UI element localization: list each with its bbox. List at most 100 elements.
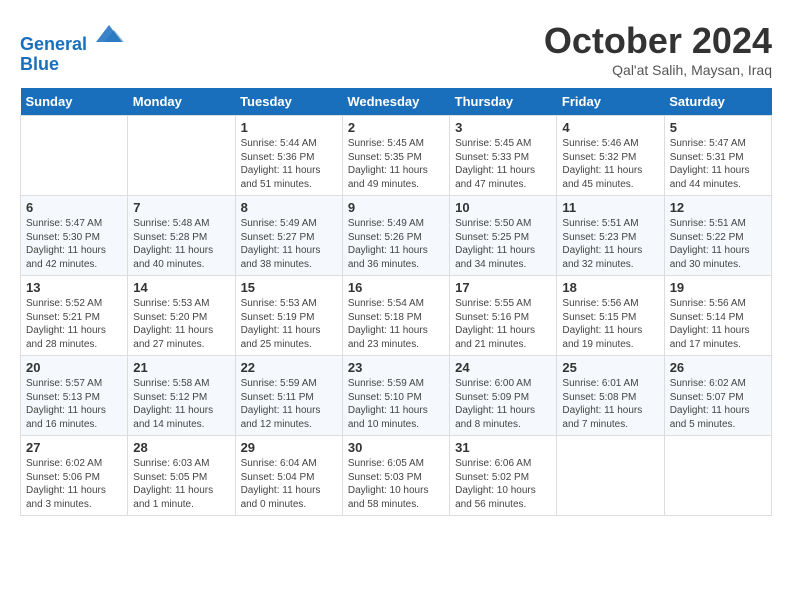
day-number: 14 [133,280,229,295]
calendar-cell: 28 Sunrise: 6:03 AM Sunset: 5:05 PM Dayli… [128,436,235,516]
calendar-cell: 25 Sunrise: 6:01 AM Sunset: 5:08 PM Dayli… [557,356,664,436]
day-info: Sunrise: 6:05 AM Sunset: 5:03 PM Dayligh… [348,457,444,511]
day-number: 4 [562,120,658,135]
day-info: Sunrise: 5:44 AM Sunset: 5:36 PM Dayligh… [241,137,337,191]
calendar-week-row: 13 Sunrise: 5:52 AM Sunset: 5:21 PM Dayli… [21,276,772,356]
calendar-cell [664,436,771,516]
calendar-cell: 20 Sunrise: 5:57 AM Sunset: 5:13 PM Dayli… [21,356,128,436]
day-info: Sunrise: 5:46 AM Sunset: 5:32 PM Dayligh… [562,137,658,191]
calendar-cell: 26 Sunrise: 6:02 AM Sunset: 5:07 PM Dayli… [664,356,771,436]
day-number: 3 [455,120,551,135]
day-number: 5 [670,120,766,135]
calendar-cell: 13 Sunrise: 5:52 AM Sunset: 5:21 PM Dayli… [21,276,128,356]
calendar-cell: 22Sunrise: 5:59 AM Sunset: 5:11 PM Dayli… [235,356,342,436]
weekday-header: Sunday [21,88,128,116]
title-area: October 2024 Qal'at Salih, Maysan, Iraq [544,20,772,78]
day-number: 9 [348,200,444,215]
calendar-cell [21,116,128,196]
calendar-cell: 17 Sunrise: 5:55 AM Sunset: 5:16 PM Dayli… [450,276,557,356]
day-number: 13 [26,280,122,295]
calendar-cell: 1 Sunrise: 5:44 AM Sunset: 5:36 PM Daylig… [235,116,342,196]
calendar-cell: 14 Sunrise: 5:53 AM Sunset: 5:20 PM Dayli… [128,276,235,356]
day-number: 11 [562,200,658,215]
day-info: Sunrise: 5:59 AM Sunset: 5:10 PM Dayligh… [348,377,444,431]
calendar-cell [557,436,664,516]
day-number: 2 [348,120,444,135]
day-info: Sunrise: 6:06 AM Sunset: 5:02 PM Dayligh… [455,457,551,511]
day-info: Sunrise: 5:50 AM Sunset: 5:25 PM Dayligh… [455,217,551,271]
day-number: 7 [133,200,229,215]
calendar-cell: 2Sunrise: 5:45 AM Sunset: 5:35 PM Daylig… [342,116,449,196]
day-info: Sunrise: 6:00 AM Sunset: 5:09 PM Dayligh… [455,377,551,431]
day-info: Sunrise: 5:48 AM Sunset: 5:28 PM Dayligh… [133,217,229,271]
day-info: Sunrise: 5:49 AM Sunset: 5:27 PM Dayligh… [241,217,337,271]
day-info: Sunrise: 5:56 AM Sunset: 5:14 PM Dayligh… [670,297,766,351]
day-number: 27 [26,440,122,455]
calendar-cell: 5 Sunrise: 5:47 AM Sunset: 5:31 PM Daylig… [664,116,771,196]
calendar-cell: 23 Sunrise: 5:59 AM Sunset: 5:10 PM Dayli… [342,356,449,436]
logo-icon [94,20,124,50]
day-number: 8 [241,200,337,215]
day-number: 20 [26,360,122,375]
weekday-header-row: SundayMondayTuesdayWednesdayThursdayFrid… [21,88,772,116]
day-number: 17 [455,280,551,295]
calendar-cell: 29 Sunrise: 6:04 AM Sunset: 5:04 PM Dayli… [235,436,342,516]
day-number: 12 [670,200,766,215]
calendar-cell: 10 Sunrise: 5:50 AM Sunset: 5:25 PM Dayli… [450,196,557,276]
weekday-header: Thursday [450,88,557,116]
calendar-cell: 4 Sunrise: 5:46 AM Sunset: 5:32 PM Daylig… [557,116,664,196]
day-info: Sunrise: 5:49 AM Sunset: 5:26 PM Dayligh… [348,217,444,271]
calendar-cell: 21 Sunrise: 5:58 AM Sunset: 5:12 PM Dayli… [128,356,235,436]
day-info: Sunrise: 5:45 AM Sunset: 5:33 PM Dayligh… [455,137,551,191]
calendar-cell: 11 Sunrise: 5:51 AM Sunset: 5:23 PM Dayli… [557,196,664,276]
day-number: 21 [133,360,229,375]
weekday-header: Friday [557,88,664,116]
day-number: 19 [670,280,766,295]
day-number: 30 [348,440,444,455]
day-number: 25 [562,360,658,375]
day-info: Sunrise: 6:01 AM Sunset: 5:08 PM Dayligh… [562,377,658,431]
day-number: 24 [455,360,551,375]
day-info: Sunrise: 5:56 AM Sunset: 5:15 PM Dayligh… [562,297,658,351]
logo-general: General [20,34,87,54]
calendar-cell: 8 Sunrise: 5:49 AM Sunset: 5:27 PM Daylig… [235,196,342,276]
day-number: 15 [241,280,337,295]
weekday-header: Tuesday [235,88,342,116]
calendar-cell: 27 Sunrise: 6:02 AM Sunset: 5:06 PM Dayli… [21,436,128,516]
page-header: General Blue October 2024 Qal'at Salih, … [20,20,772,78]
day-number: 29 [241,440,337,455]
calendar-cell: 6Sunrise: 5:47 AM Sunset: 5:30 PM Daylig… [21,196,128,276]
calendar-cell: 19 Sunrise: 5:56 AM Sunset: 5:14 PM Dayli… [664,276,771,356]
day-info: Sunrise: 5:53 AM Sunset: 5:19 PM Dayligh… [241,297,337,351]
day-number: 23 [348,360,444,375]
day-info: Sunrise: 6:04 AM Sunset: 5:04 PM Dayligh… [241,457,337,511]
day-info: Sunrise: 5:52 AM Sunset: 5:21 PM Dayligh… [26,297,122,351]
month-title: October 2024 [544,20,772,62]
day-info: Sunrise: 6:02 AM Sunset: 5:07 PM Dayligh… [670,377,766,431]
day-number: 10 [455,200,551,215]
day-info: Sunrise: 6:03 AM Sunset: 5:05 PM Dayligh… [133,457,229,511]
day-info: Sunrise: 5:51 AM Sunset: 5:22 PM Dayligh… [670,217,766,271]
calendar-week-row: 27 Sunrise: 6:02 AM Sunset: 5:06 PM Dayli… [21,436,772,516]
day-info: Sunrise: 5:58 AM Sunset: 5:12 PM Dayligh… [133,377,229,431]
day-info: Sunrise: 6:02 AM Sunset: 5:06 PM Dayligh… [26,457,122,511]
calendar-cell: 9 Sunrise: 5:49 AM Sunset: 5:26 PM Daylig… [342,196,449,276]
day-info: Sunrise: 5:55 AM Sunset: 5:16 PM Dayligh… [455,297,551,351]
weekday-header: Monday [128,88,235,116]
day-number: 18 [562,280,658,295]
calendar-cell [128,116,235,196]
day-number: 28 [133,440,229,455]
calendar-cell: 18 Sunrise: 5:56 AM Sunset: 5:15 PM Dayli… [557,276,664,356]
day-info: Sunrise: 5:53 AM Sunset: 5:20 PM Dayligh… [133,297,229,351]
calendar-cell: 31Sunrise: 6:06 AM Sunset: 5:02 PM Dayli… [450,436,557,516]
day-info: Sunrise: 5:47 AM Sunset: 5:31 PM Dayligh… [670,137,766,191]
logo: General Blue [20,20,124,75]
calendar-cell: 15 Sunrise: 5:53 AM Sunset: 5:19 PM Dayli… [235,276,342,356]
weekday-header: Saturday [664,88,771,116]
day-number: 1 [241,120,337,135]
day-info: Sunrise: 5:59 AM Sunset: 5:11 PM Dayligh… [241,377,337,431]
day-info: Sunrise: 5:51 AM Sunset: 5:23 PM Dayligh… [562,217,658,271]
day-number: 26 [670,360,766,375]
day-info: Sunrise: 5:57 AM Sunset: 5:13 PM Dayligh… [26,377,122,431]
calendar-cell: 7 Sunrise: 5:48 AM Sunset: 5:28 PM Daylig… [128,196,235,276]
